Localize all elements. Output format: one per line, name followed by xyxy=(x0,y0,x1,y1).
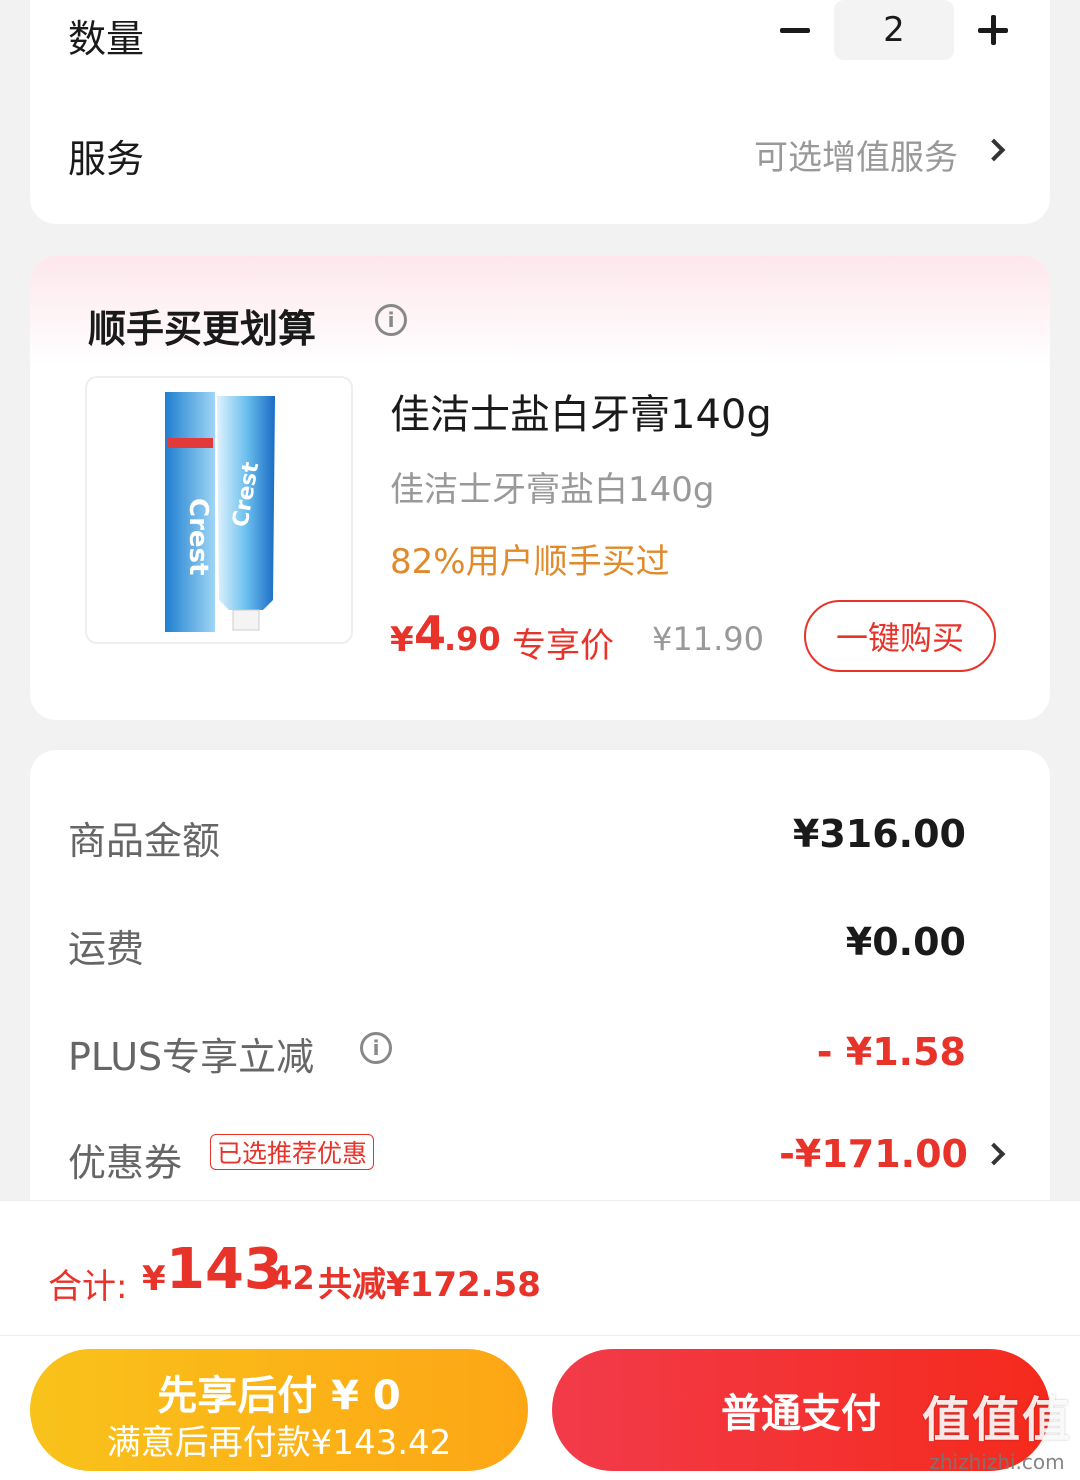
total-symbol: ¥ xyxy=(142,1259,166,1299)
watermark-site: zhizhizhi.com xyxy=(929,1450,1065,1474)
order-options-card: 数量 2 服务 可选增值服务 xyxy=(30,0,1050,224)
info-icon[interactable]: i xyxy=(375,304,407,336)
original-price: ¥11.90 xyxy=(652,620,764,658)
recommend-card: 顺手买更划算 i Crest Crest 佳洁士盐白牙膏140g 佳洁士牙膏盐白… xyxy=(30,256,1050,720)
coupon-value: -¥171.00 xyxy=(779,1132,968,1176)
service-label: 服务 xyxy=(68,137,145,181)
svg-text:Crest: Crest xyxy=(183,498,213,575)
plus-discount-label: PLUS专享立减 xyxy=(68,1035,315,1079)
quantity-decrement-button[interactable] xyxy=(765,0,825,60)
product-name[interactable]: 佳洁士盐白牙膏140g xyxy=(390,382,772,440)
total-label: 合计: xyxy=(48,1267,128,1307)
pay-later-button[interactable]: 先享后付 ¥ 0 满意后再付款¥143.42 xyxy=(30,1349,528,1471)
one-click-buy-button[interactable]: 一键购买 xyxy=(804,600,996,672)
price-decimal: .90 xyxy=(444,620,501,658)
total-saved[interactable]: 共减¥172.58 xyxy=(318,1257,541,1306)
price-symbol: ¥ xyxy=(390,620,414,660)
service-hint: 可选增值服务 xyxy=(754,138,958,178)
quantity-value[interactable]: 2 xyxy=(834,0,954,60)
shipping-value: ¥0.00 xyxy=(845,920,966,964)
checkout-bar: 合计: ¥ 143 .42 共减¥172.58 先享后付 ¥ 0 满意后再付款¥… xyxy=(0,1200,1080,1480)
product-subtitle: 佳洁士牙膏盐白140g xyxy=(390,470,715,510)
product-image[interactable]: Crest Crest xyxy=(85,376,353,644)
price-summary-card: 商品金额 ¥316.00 运费 ¥0.00 PLUS专享立减 i - ¥1.58… xyxy=(30,750,1050,1250)
pay-later-subtitle: 满意后再付款¥143.42 xyxy=(106,1423,452,1463)
chevron-right-icon xyxy=(982,138,1006,162)
plus-info-icon[interactable]: i xyxy=(360,1032,392,1064)
coupon-label: 优惠券 xyxy=(68,1141,183,1185)
quantity-label: 数量 xyxy=(68,17,145,61)
toothpaste-image: Crest Crest xyxy=(165,392,275,632)
watermark: 值值值 zhizhizhi.com xyxy=(922,1380,1072,1474)
product-purchase-stat: 82%用户顺手买过 xyxy=(390,542,670,582)
quantity-increment-button[interactable] xyxy=(963,0,1023,60)
total-decimal: .42 xyxy=(258,1259,315,1297)
goods-amount-label: 商品金额 xyxy=(68,819,221,863)
pay-later-title: 先享后付 ¥ 0 xyxy=(157,1373,401,1419)
chevron-right-icon xyxy=(982,1142,1006,1166)
plus-discount-value: - ¥1.58 xyxy=(816,1030,966,1074)
coupon-recommended-badge: 已选推荐优惠 xyxy=(210,1134,375,1170)
price-tag: 专享价 xyxy=(512,626,614,666)
divider xyxy=(0,1335,1080,1336)
recommend-title: 顺手买更划算 xyxy=(88,307,317,351)
shipping-label: 运费 xyxy=(68,927,145,971)
watermark-mark: 值值值 xyxy=(921,1392,1072,1448)
price-integer: 4 xyxy=(414,606,447,660)
goods-amount-value: ¥316.00 xyxy=(792,812,966,856)
